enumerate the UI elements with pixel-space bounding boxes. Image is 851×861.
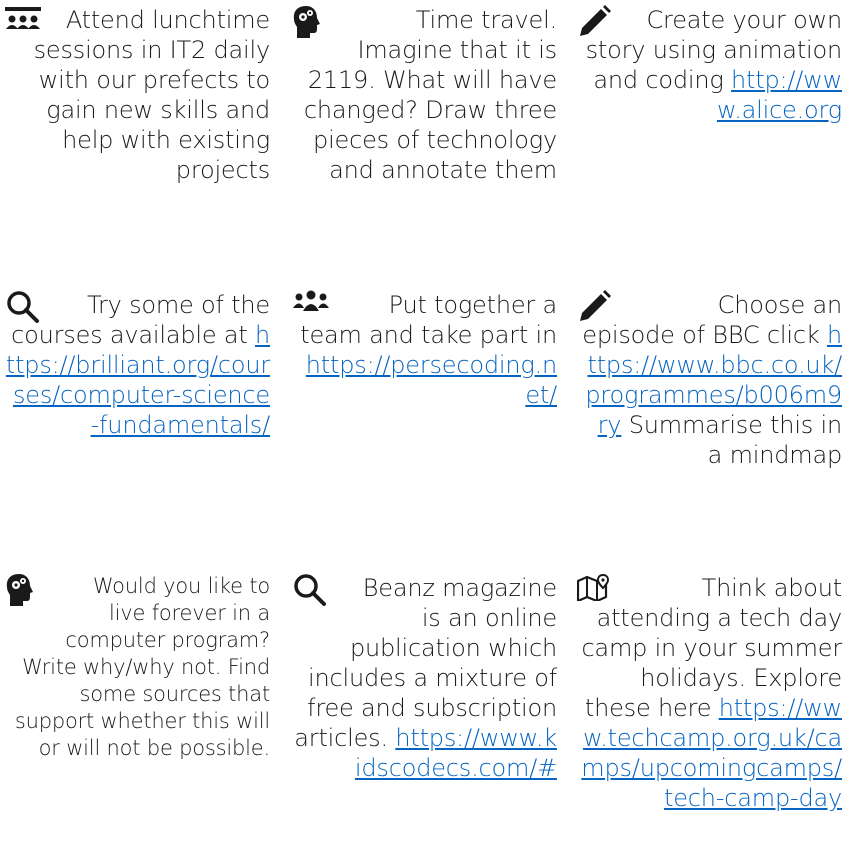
task-text: Choose an episode of BBC click <box>582 291 842 349</box>
task-cell-4: Try some of the courses available at htt… <box>5 290 270 440</box>
task-cell-7: Would you like to live forever in a comp… <box>5 573 270 762</box>
search-icon <box>292 573 332 613</box>
task-cell-5: Put together a team and take part in htt… <box>292 290 557 410</box>
task-link[interactable]: http://www.alice.org <box>717 66 842 124</box>
search-icon <box>5 290 45 330</box>
brain-gears-icon <box>292 5 332 45</box>
audience-icon <box>5 5 45 45</box>
task-cell-2: Time travel. Imagine that it is 2119. Wh… <box>292 5 557 185</box>
brain-gears-icon <box>5 573 45 613</box>
task-cell-3: Create your own story using animation an… <box>577 5 842 125</box>
task-text: Put together a team and take part in <box>300 291 557 349</box>
task-text: Attend lunchtime sessions in IT2 daily w… <box>33 6 271 184</box>
task-cell-8: Beanz magazine is an online publication … <box>292 573 557 783</box>
task-cell-1: Attend lunchtime sessions in IT2 daily w… <box>5 5 270 185</box>
team-icon <box>292 290 332 330</box>
pencil-icon <box>577 290 617 330</box>
task-text-after: Summarise this in a mindmap <box>628 411 842 469</box>
task-cell-9: Think about attending a tech day camp in… <box>577 573 842 813</box>
task-link[interactable]: https://persecoding.net/ <box>306 351 557 409</box>
task-cell-6: Choose an episode of BBC click https://w… <box>577 290 842 470</box>
map-pin-icon <box>577 573 617 613</box>
task-text: Try some of the courses available at <box>11 291 270 349</box>
pencil-icon <box>577 5 617 45</box>
task-text: Would you like to live forever in a comp… <box>14 574 270 760</box>
task-text: Time travel. Imagine that it is 2119. Wh… <box>303 6 557 184</box>
